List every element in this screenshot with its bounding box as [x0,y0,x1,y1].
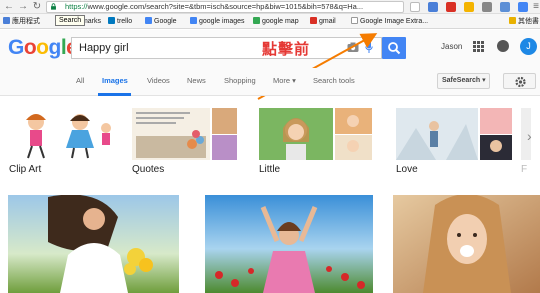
related-little[interactable] [259,108,372,160]
gmail-icon [310,17,317,24]
chevron-right-icon[interactable]: › [527,128,532,144]
bookmark-item[interactable]: Google [145,17,177,27]
search-button[interactable] [382,37,406,59]
bookmark-item[interactable]: google map [253,17,299,27]
related-quotes[interactable] [132,108,237,160]
search-input[interactable]: Happy girl [71,37,382,59]
related-clip-art[interactable] [8,108,120,160]
safesearch-button[interactable]: SafeSearch ▾ [437,73,490,89]
avatar[interactable]: J [520,38,537,55]
tab-all[interactable]: All [76,76,84,85]
annotation-label: 點擊前 [262,40,311,58]
star-icon[interactable] [410,2,420,12]
lock-icon [51,3,56,10]
bookmark-item[interactable]: gmail [310,17,336,27]
extension-icon[interactable] [464,2,474,12]
extension-icon[interactable] [482,2,492,12]
tab-images[interactable]: Images [102,76,128,85]
bookmark-label: Google [154,18,177,25]
extension-icon[interactable] [428,2,438,12]
extension-icon[interactable] [500,2,510,12]
bookmark-other[interactable]: 其他書 [509,17,539,27]
related-label[interactable]: Quotes [132,164,164,175]
result-image-1 [8,195,179,293]
tab-videos[interactable]: Videos [147,76,170,85]
google-icon [190,17,197,24]
bookmark-item[interactable]: google images [190,17,245,27]
image-result[interactable] [8,195,179,293]
related-label[interactable]: F [521,164,527,175]
bookmark-label: google images [199,18,245,25]
back-icon[interactable]: ← [3,1,15,13]
apps-grid-icon[interactable] [473,41,484,52]
image-result[interactable] [205,195,373,293]
user-name[interactable]: Jason [441,42,462,51]
folder-icon [509,17,516,24]
bookmark-label: 其他書 [518,18,539,25]
extension-icon[interactable] [518,2,528,12]
bookmark-item[interactable]: trello [108,17,132,27]
address-bar[interactable]: https://www.google.com/search?site=&tbm=… [46,1,404,13]
active-tab-indicator [98,93,131,96]
related-label[interactable]: Clip Art [9,164,41,175]
menu-icon[interactable]: ≡ [530,1,540,13]
forward-icon[interactable]: → [17,1,29,13]
related-label[interactable]: Love [396,164,418,175]
quotes-thumbnail [132,108,237,160]
tab-search-tools[interactable]: Search tools [313,76,355,85]
gear-icon [515,76,526,88]
bookmark-label: 應用程式 [12,18,40,25]
bookmark-label: Google Image Extra... [360,18,429,25]
tab-shopping[interactable]: Shopping [224,76,256,85]
result-image-2 [205,195,373,293]
bookmark-label: trello [117,18,133,25]
page-icon [351,17,358,24]
related-love[interactable] [396,108,512,160]
apps-icon [3,17,10,24]
love-thumbnail [396,108,512,160]
related-label[interactable]: Little [259,164,280,175]
tab-more[interactable]: More ▾ [273,76,296,85]
tooltip: Search [55,15,86,26]
url-text: www.google.com/search?site=&tbm=isch&sou… [87,2,364,11]
browser-toolbar: ← → ↻ https://www.google.com/search?site… [0,0,540,14]
trello-icon [108,17,115,24]
notifications-icon[interactable] [497,40,509,52]
google-icon [145,17,152,24]
google-logo[interactable]: Google [8,36,78,60]
search-icon [388,42,401,55]
bookmark-item[interactable]: 應用程式 [3,17,40,27]
tab-news[interactable]: News [187,76,206,85]
maps-icon [253,17,260,24]
url-scheme: https:// [65,2,88,11]
clip-art-thumbnail [8,108,120,160]
little-thumbnail [259,108,372,160]
microphone-icon[interactable] [365,40,373,54]
settings-button[interactable] [503,73,536,89]
bookmark-item[interactable]: Google Image Extra... [351,17,428,27]
image-result[interactable] [393,195,540,293]
camera-icon[interactable] [347,41,359,53]
bookmark-label: gmail [319,18,336,25]
extension-icon[interactable] [446,2,456,12]
reload-icon[interactable]: ↻ [31,1,43,13]
bookmark-label: google map [262,18,299,25]
result-image-3 [393,195,540,293]
